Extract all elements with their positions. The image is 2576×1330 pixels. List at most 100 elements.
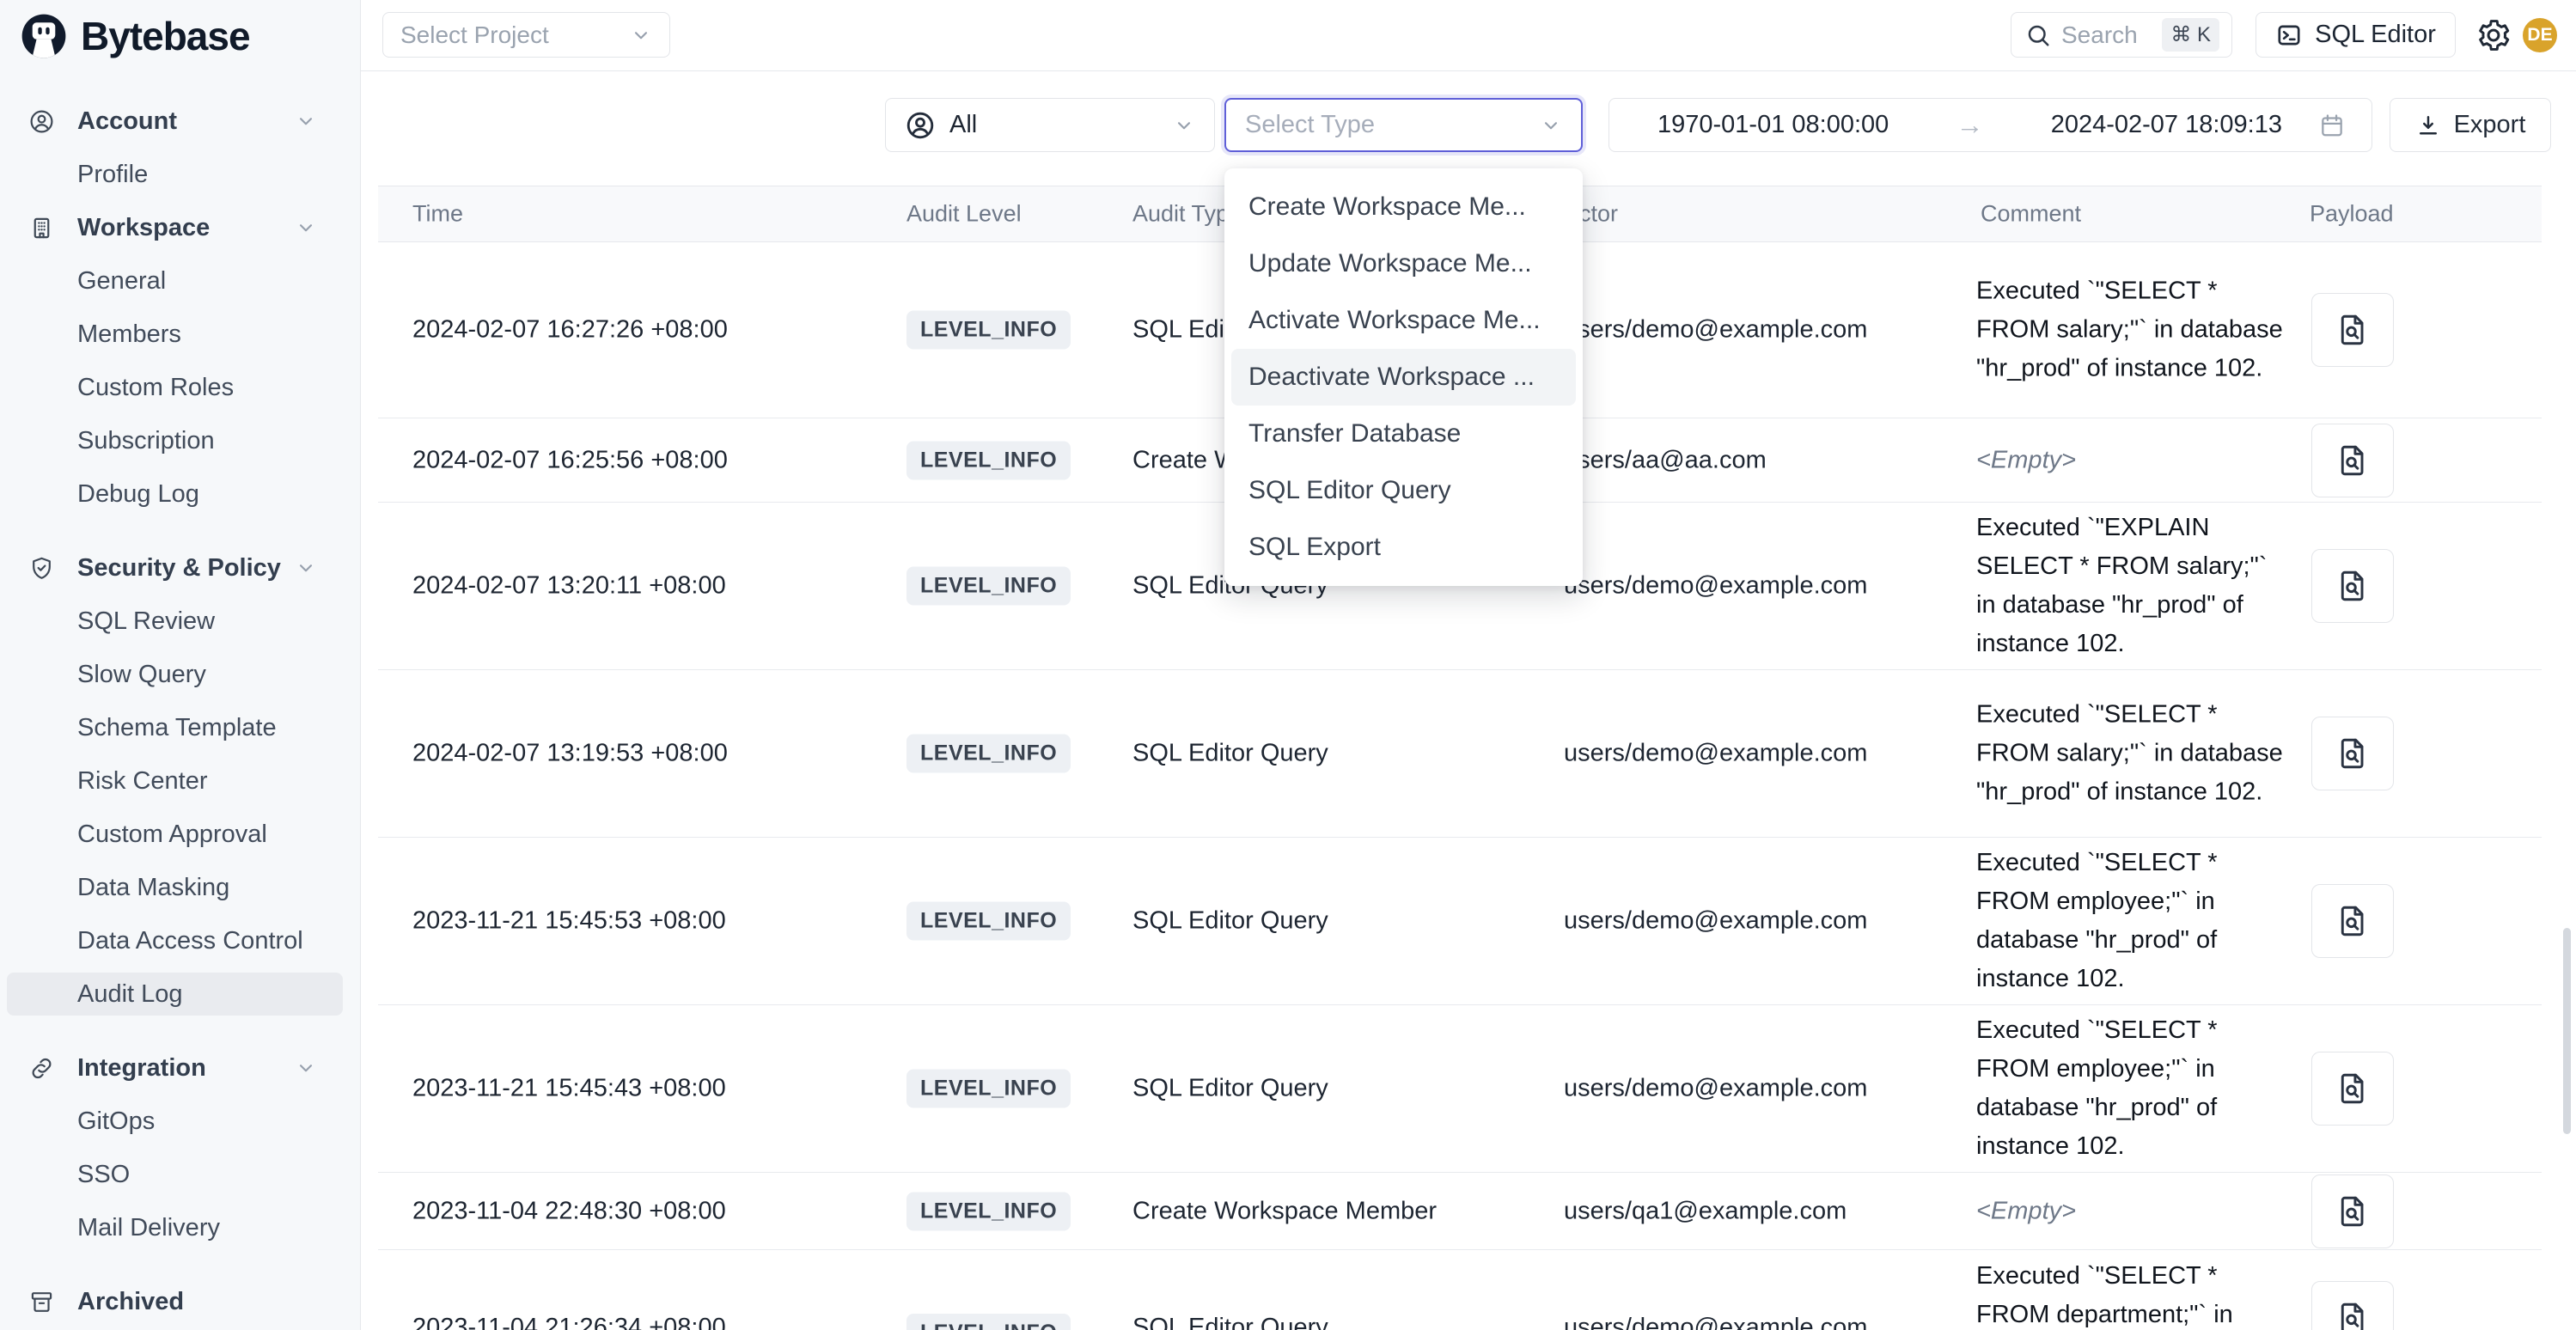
sidebar-item-custom-roles[interactable]: Custom Roles [7,366,343,409]
sidebar-item-subscription[interactable]: Subscription [7,419,343,462]
type-menu-item-transfer-database[interactable]: Transfer Database [1231,406,1576,462]
audit-level-cell: LEVEL_INFO [906,1314,1071,1330]
search-icon [2025,22,2051,48]
type-menu-item-update-workspace-me[interactable]: Update Workspace Me... [1231,235,1576,292]
select-project-dropdown[interactable]: Select Project [382,12,670,58]
date-range-end[interactable]: 2024-02-07 18:09:13 [2051,111,2282,139]
search-input[interactable]: Search ⌘ K [2011,12,2232,58]
sidebar-item-label: Workspace [77,214,210,242]
shield-icon [26,552,57,583]
file-search-icon [2334,902,2372,940]
column-header-comment: Comment [1981,201,2081,228]
settings-gear-icon[interactable] [2474,15,2513,55]
chevron-down-icon [630,24,652,46]
sidebar-item-data-masking[interactable]: Data Masking [7,866,343,909]
payload-view-button[interactable] [2311,1174,2394,1248]
payload-cell [2311,1052,2394,1126]
type-menu-item-deactivate-workspace[interactable]: Deactivate Workspace ... [1231,349,1576,406]
sql-editor-button[interactable]: SQL Editor [2256,12,2456,58]
sidebar-item-members[interactable]: Members [7,313,343,356]
audit-type: SQL Editor Query [1132,1314,1328,1330]
sidebar-item-workspace[interactable]: Workspace [7,206,343,249]
type-menu-item-activate-workspace-me[interactable]: Activate Workspace Me... [1231,292,1576,349]
sidebar-item-account[interactable]: Account [7,100,343,143]
audit-log-row: 2023-11-21 15:45:43 +08:00LEVEL_INFOSQL … [378,1005,2542,1173]
sidebar-item-security-policy[interactable]: Security & Policy [7,546,343,589]
search-shortcut-badge: ⌘ K [2162,18,2219,52]
brand-name: Bytebase [81,13,250,59]
payload-view-button[interactable] [2311,549,2394,623]
export-button[interactable]: Export [2390,98,2551,152]
vertical-scrollbar[interactable] [2563,928,2571,1134]
audit-actor: users/aa@aa.com [1564,446,1767,474]
user-avatar[interactable]: DE [2523,18,2557,52]
sidebar-item-risk-center[interactable]: Risk Center [7,760,343,802]
sidebar-item-sql-review[interactable]: SQL Review [7,600,343,643]
audit-level-badge: LEVEL_INFO [906,567,1071,606]
audit-time: 2024-02-07 13:20:11 +08:00 [412,572,726,601]
audit-type: SQL Editor Query [1132,740,1328,768]
payload-view-button[interactable] [2311,424,2394,497]
payload-cell [2311,884,2394,958]
date-range-picker[interactable]: 1970-01-01 08:00:00 → 2024-02-07 18:09:1… [1608,98,2372,152]
audit-type: Create Workspace Member [1132,1197,1437,1225]
type-filter-menu: Create Workspace Me...Update Workspace M… [1224,168,1583,586]
payload-view-button[interactable] [2311,1281,2394,1330]
sidebar-item-label: Members [77,320,181,349]
sidebar-item-sso[interactable]: SSO [7,1153,343,1196]
type-menu-item-create-workspace-me[interactable]: Create Workspace Me... [1231,179,1576,235]
audit-level-cell: LEVEL_INFO [906,567,1071,606]
person-circle-icon [26,106,57,137]
sidebar-item-general[interactable]: General [7,259,343,302]
sidebar-item-mail-delivery[interactable]: Mail Delivery [7,1206,343,1249]
type-menu-item-sql-editor-query[interactable]: SQL Editor Query [1231,462,1576,519]
audit-log-row: 2023-11-21 15:45:53 +08:00LEVEL_INFOSQL … [378,838,2542,1005]
sidebar-item-custom-approval[interactable]: Custom Approval [7,813,343,856]
link-icon [26,1052,57,1083]
payload-cell [2311,1174,2394,1248]
sidebar: Bytebase Account Profile Workspace General M… [0,0,361,1330]
date-range-start[interactable]: 1970-01-01 08:00:00 [1657,111,1889,139]
audit-time: 2023-11-21 15:45:53 +08:00 [412,907,726,936]
audit-level-badge: LEVEL_INFO [906,311,1071,350]
type-filter-placeholder: Select Type [1245,111,1375,139]
audit-level-cell: LEVEL_INFO [906,1192,1071,1230]
payload-view-button[interactable] [2311,884,2394,958]
file-search-icon [2334,311,2372,349]
audit-actor: users/demo@example.com [1564,1314,1867,1330]
file-search-icon [2334,1299,2372,1330]
sidebar-item-debug-log[interactable]: Debug Log [7,473,343,516]
sidebar-item-label: Mail Delivery [77,1214,220,1242]
sidebar-item-label: Integration [77,1054,206,1083]
payload-view-button[interactable] [2311,293,2394,367]
sidebar-item-label: Security & Policy [77,554,281,583]
audit-level-cell: LEVEL_INFO [906,902,1071,941]
sidebar-item-slow-query[interactable]: Slow Query [7,653,343,696]
actor-filter-dropdown[interactable]: All [885,98,1215,152]
audit-actor: users/qa1@example.com [1564,1197,1847,1225]
terminal-icon [2275,21,2303,49]
sidebar-item-profile[interactable]: Profile [7,153,343,196]
sidebar-item-audit-log[interactable]: Audit Log [7,973,343,1016]
audit-level-badge: LEVEL_INFO [906,441,1071,479]
sidebar-item-integration[interactable]: Integration [7,1046,343,1089]
sidebar-item-label: Risk Center [77,767,208,796]
audit-actor: users/demo@example.com [1564,907,1867,936]
type-filter-dropdown[interactable]: Select Type [1224,98,1583,152]
sidebar-item-label: Data Masking [77,874,229,902]
sidebar-item-archived[interactable]: Archived [7,1280,343,1323]
brand[interactable]: Bytebase [0,0,360,71]
sidebar-item-schema-template[interactable]: Schema Template [7,706,343,749]
audit-level-badge: LEVEL_INFO [906,1070,1071,1108]
sidebar-item-label: SSO [77,1161,130,1189]
topbar: Select Project Search ⌘ K SQL Editor DE [361,0,2576,71]
sidebar-item-label: Profile [77,161,148,189]
chevron-down-icon [295,217,317,239]
sidebar-item-gitops[interactable]: GitOps [7,1100,343,1143]
sidebar-item-label: Audit Log [77,980,183,1009]
type-menu-item-sql-export[interactable]: SQL Export [1231,519,1576,576]
audit-log-row: 2024-02-07 13:19:53 +08:00LEVEL_INFOSQL … [378,670,2542,838]
sidebar-item-data-access-control[interactable]: Data Access Control [7,919,343,962]
payload-view-button[interactable] [2311,717,2394,790]
payload-view-button[interactable] [2311,1052,2394,1126]
